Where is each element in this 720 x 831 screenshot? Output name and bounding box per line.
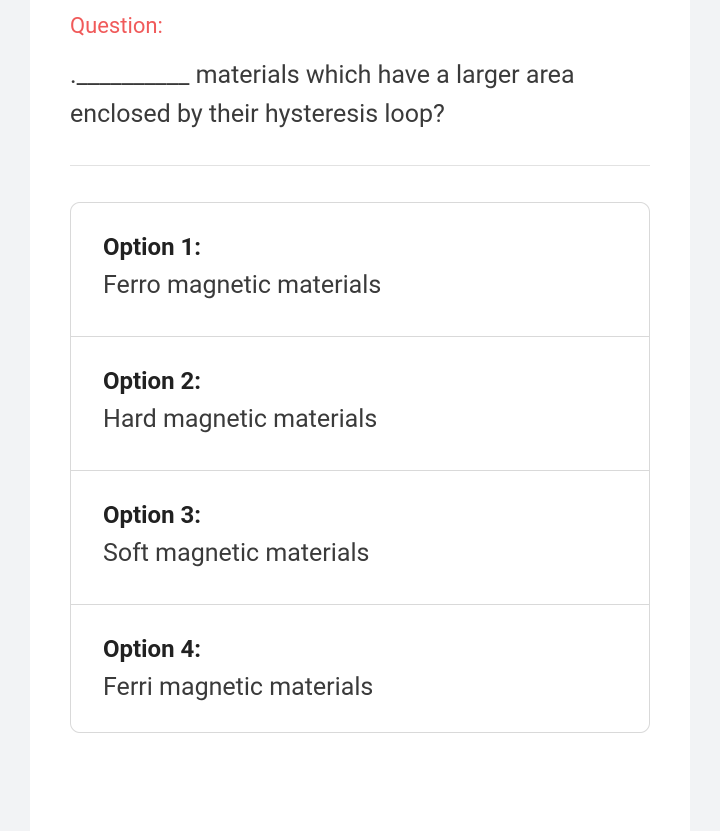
option-1[interactable]: Option 1: Ferro magnetic materials xyxy=(71,203,649,337)
option-4[interactable]: Option 4: Ferri magnetic materials xyxy=(71,605,649,732)
option-2[interactable]: Option 2: Hard magnetic materials xyxy=(71,337,649,471)
option-text: Ferri magnetic materials xyxy=(103,673,617,702)
option-label: Option 1: xyxy=(103,233,617,261)
option-3[interactable]: Option 3: Soft magnetic materials xyxy=(71,471,649,605)
question-card: Question: .__________ materials which ha… xyxy=(30,0,690,831)
option-text: Ferro magnetic materials xyxy=(103,271,617,300)
option-label: Option 2: xyxy=(103,367,617,395)
options-container: Option 1: Ferro magnetic materials Optio… xyxy=(70,202,650,733)
option-text: Soft magnetic materials xyxy=(103,539,617,568)
question-label: Question: xyxy=(70,14,650,39)
divider xyxy=(70,165,650,166)
option-label: Option 4: xyxy=(103,635,617,663)
option-label: Option 3: xyxy=(103,501,617,529)
question-text: .__________ materials which have a large… xyxy=(70,57,650,135)
option-text: Hard magnetic materials xyxy=(103,405,617,434)
